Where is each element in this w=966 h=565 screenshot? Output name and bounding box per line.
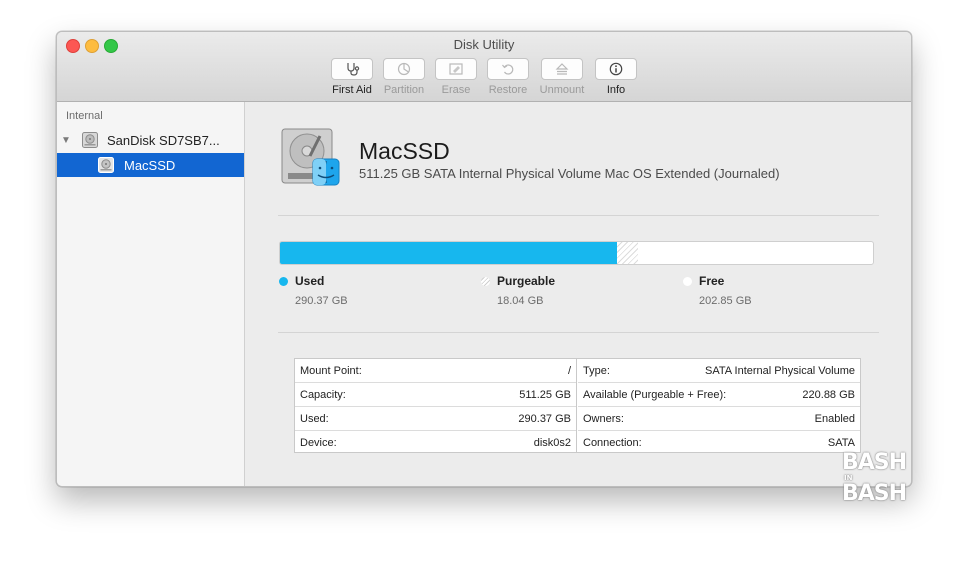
volume-drive-icon bbox=[98, 157, 114, 173]
info-label: Type: bbox=[583, 364, 610, 377]
legend-used: Used 290.37 GB bbox=[279, 274, 348, 307]
restore-label: Restore bbox=[488, 84, 528, 96]
legend-free-value: 202.85 GB bbox=[699, 295, 752, 307]
info-value: Enabled bbox=[814, 412, 855, 425]
legend-purgeable-value: 18.04 GB bbox=[497, 295, 544, 307]
erase-button[interactable]: Erase bbox=[426, 58, 486, 96]
info-row-device: Device: disk0s2 bbox=[295, 431, 576, 455]
watermark-logo: BASH IN BASH bbox=[842, 450, 914, 512]
info-row-capacity: Capacity: 511.25 GB bbox=[295, 383, 576, 407]
info-value: disk0s2 bbox=[533, 437, 571, 449]
volume-hard-drive-icon bbox=[281, 128, 340, 186]
volume-description: 511.25 GB SATA Internal Physical Volume … bbox=[359, 166, 780, 181]
legend-used-label: Used bbox=[295, 274, 325, 288]
info-label: Device: bbox=[300, 437, 337, 449]
free-swatch bbox=[683, 276, 692, 286]
disclosure-triangle-icon[interactable]: ▼ bbox=[61, 135, 77, 146]
info-row-connection: Connection: SATA bbox=[578, 431, 860, 455]
divider-top bbox=[278, 215, 879, 216]
partition-label: Partition bbox=[383, 84, 425, 96]
info-label: Available (Purgeable + Free): bbox=[583, 388, 727, 401]
info-button[interactable]: Info bbox=[586, 58, 646, 96]
info-icon bbox=[609, 62, 623, 76]
volume-name: MacSSD bbox=[359, 138, 450, 164]
info-column-left: Mount Point: / Capacity: 511.25 GB Used:… bbox=[295, 359, 577, 452]
info-column-right: Type: SATA Internal Physical Volume Avai… bbox=[578, 359, 860, 452]
purgeable-swatch bbox=[481, 276, 490, 286]
usage-bar bbox=[279, 241, 874, 265]
info-value: / bbox=[567, 364, 571, 377]
usage-bar-purgeable bbox=[616, 242, 638, 264]
legend-free: Free 202.85 GB bbox=[683, 274, 752, 307]
info-value: 511.25 GB bbox=[519, 388, 571, 401]
restore-arrow-icon bbox=[502, 64, 514, 75]
window-title: Disk Utility bbox=[453, 37, 515, 52]
first-aid-label: First Aid bbox=[332, 84, 372, 96]
info-value: SATA Internal Physical Volume bbox=[705, 364, 855, 377]
info-label: Capacity: bbox=[300, 388, 346, 401]
sidebar-volume-label: MacSSD bbox=[124, 157, 176, 173]
restore-button[interactable]: Restore bbox=[478, 58, 538, 96]
info-value: SATA bbox=[827, 437, 855, 449]
sidebar: Internal ▼ SanDisk SD7SB7... MacSSD bbox=[57, 102, 245, 486]
title-bar: Disk Utility First Aid Partition Erase R… bbox=[57, 32, 911, 102]
info-row-type: Type: SATA Internal Physical Volume bbox=[578, 359, 860, 383]
info-label: Connection: bbox=[583, 437, 642, 449]
sidebar-item-volume[interactable]: MacSSD bbox=[57, 153, 244, 177]
watermark-bottom-text: BASH bbox=[842, 481, 907, 506]
info-label: Info bbox=[606, 84, 626, 96]
info-row-available: Available (Purgeable + Free): 220.88 GB bbox=[578, 383, 860, 407]
sidebar-section-internal: Internal bbox=[66, 110, 103, 122]
unmount-label: Unmount bbox=[539, 84, 585, 96]
erase-label: Erase bbox=[441, 84, 471, 96]
partition-pie-icon bbox=[397, 62, 411, 76]
info-label: Used: bbox=[300, 412, 329, 425]
legend-free-label: Free bbox=[699, 274, 725, 288]
watermark-top-text: BASH bbox=[842, 450, 907, 475]
erase-icon bbox=[449, 63, 463, 75]
info-row-owners: Owners: Enabled bbox=[578, 407, 860, 431]
legend-used-value: 290.37 GB bbox=[295, 295, 348, 307]
eject-icon bbox=[555, 63, 569, 75]
info-row-used: Used: 290.37 GB bbox=[295, 407, 576, 431]
sidebar-item-disk[interactable]: ▼ SanDisk SD7SB7... bbox=[57, 128, 244, 152]
sidebar-disk-label: SanDisk SD7SB7... bbox=[107, 132, 220, 148]
first-aid-button[interactable]: First Aid bbox=[322, 58, 382, 96]
divider-middle bbox=[278, 332, 879, 333]
unmount-button[interactable]: Unmount bbox=[532, 58, 592, 96]
legend-purgeable: Purgeable 18.04 GB bbox=[481, 274, 555, 307]
info-value: 220.88 GB bbox=[802, 388, 855, 401]
info-value: 290.37 GB bbox=[518, 412, 571, 425]
legend-purgeable-label: Purgeable bbox=[497, 274, 556, 288]
used-swatch bbox=[279, 276, 288, 286]
volume-info-table: Mount Point: / Capacity: 511.25 GB Used:… bbox=[294, 358, 861, 453]
info-label: Owners: bbox=[583, 412, 624, 425]
hard-drive-icon bbox=[82, 132, 98, 148]
stethoscope-icon bbox=[347, 63, 360, 76]
disk-utility-window: Disk Utility First Aid Partition Erase R… bbox=[56, 31, 912, 487]
main-content: MacSSD 511.25 GB SATA Internal Physical … bbox=[245, 102, 911, 486]
usage-bar-used bbox=[280, 242, 617, 264]
info-row-mount-point: Mount Point: / bbox=[295, 359, 576, 383]
info-label: Mount Point: bbox=[300, 364, 362, 377]
partition-button[interactable]: Partition bbox=[374, 58, 434, 96]
